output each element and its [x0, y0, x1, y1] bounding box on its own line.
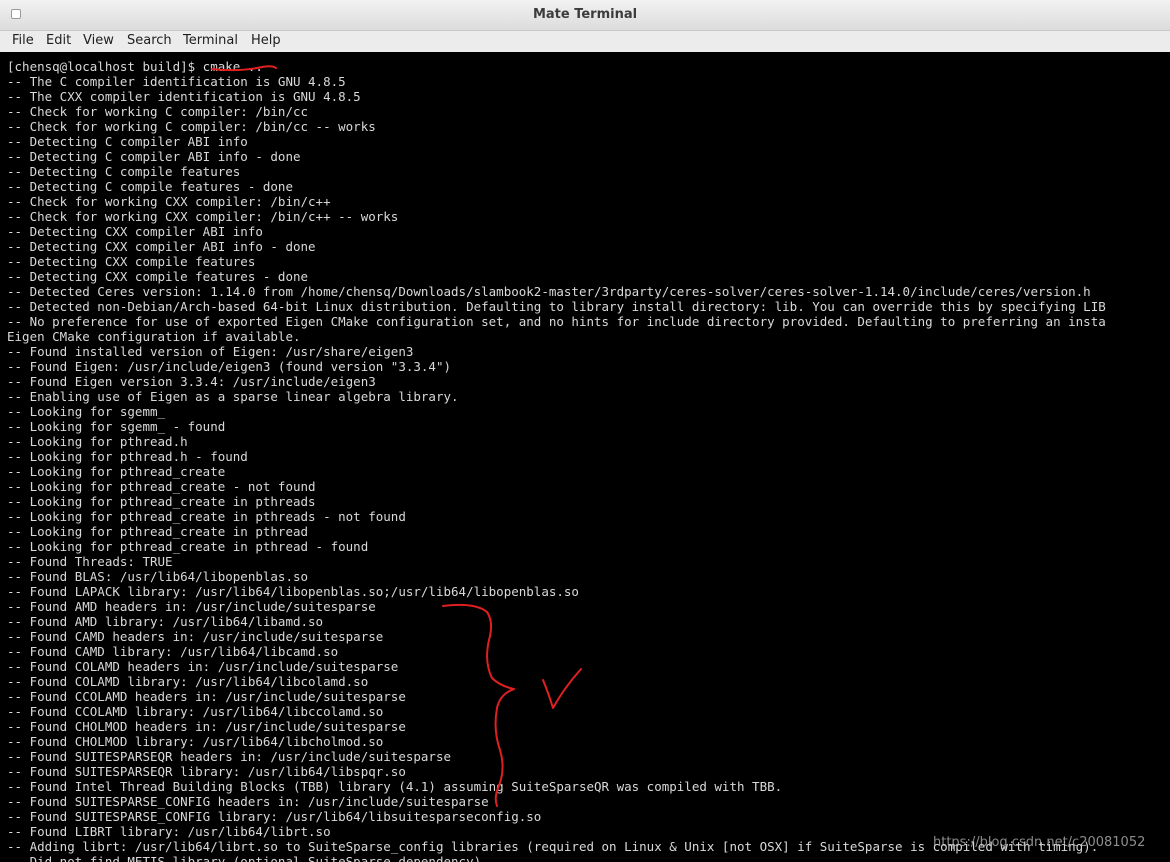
terminal-line: -- Did not find METIS library (optional …	[7, 854, 482, 862]
terminal-line: -- Found LAPACK library: /usr/lib64/libo…	[7, 584, 579, 599]
terminal-line: -- Found CHOLMOD headers in: /usr/includ…	[7, 719, 406, 734]
terminal-line: -- Found Eigen: /usr/include/eigen3 (fou…	[7, 359, 452, 374]
terminal-line: -- Found installed version of Eigen: /us…	[7, 344, 414, 359]
terminal-line: -- Looking for pthread_create in pthread…	[7, 494, 316, 509]
terminal-line: -- Found COLAMD headers in: /usr/include…	[7, 659, 399, 674]
terminal-line: -- Detecting C compiler ABI info	[7, 134, 248, 149]
terminal-line: -- Enabling use of Eigen as a sparse lin…	[7, 389, 459, 404]
menu-file[interactable]: File	[12, 33, 34, 48]
terminal-line: -- Check for working CXX compiler: /bin/…	[7, 209, 399, 224]
terminal-line: -- Detecting CXX compile features - done	[7, 269, 309, 284]
terminal-line: -- Looking for sgemm_ - found	[7, 419, 226, 434]
menu-help[interactable]: Help	[251, 33, 281, 48]
terminal-line: -- Found COLAMD library: /usr/lib64/libc…	[7, 674, 369, 689]
terminal-line: -- Found CCOLAMD headers in: /usr/includ…	[7, 689, 406, 704]
terminal-line: -- Found Intel Thread Building Blocks (T…	[7, 779, 783, 794]
terminal-line: -- Found CHOLMOD library: /usr/lib64/lib…	[7, 734, 384, 749]
menu-bar: File Edit View Search Terminal Help	[0, 31, 1170, 52]
terminal-line: -- Detected non-Debian/Arch-based 64-bit…	[7, 299, 1106, 314]
terminal-line: -- Found SUITESPARSE_CONFIG headers in: …	[7, 794, 489, 809]
terminal-line: -- Looking for pthread_create in pthread…	[7, 509, 406, 524]
terminal-line: -- Found SUITESPARSE_CONFIG library: /us…	[7, 809, 542, 824]
terminal-line: -- Found LIBRT library: /usr/lib64/librt…	[7, 824, 331, 839]
terminal-line: -- Found Eigen version 3.3.4: /usr/inclu…	[7, 374, 376, 389]
terminal-line: -- Check for working C compiler: /bin/cc	[7, 104, 309, 119]
menu-view[interactable]: View	[83, 33, 114, 48]
menu-edit[interactable]: Edit	[46, 33, 71, 48]
terminal-line: -- Looking for pthread_create - not foun…	[7, 479, 316, 494]
menu-terminal[interactable]: Terminal	[183, 33, 238, 48]
terminal-line: -- Looking for sgemm_	[7, 404, 166, 419]
terminal-line: -- Found Threads: TRUE	[7, 554, 173, 569]
terminal-line: -- Check for working C compiler: /bin/cc…	[7, 119, 376, 134]
terminal-line: -- The CXX compiler identification is GN…	[7, 89, 361, 104]
terminal-line: -- Detecting CXX compiler ABI info - don…	[7, 239, 316, 254]
terminal-line: -- Found BLAS: /usr/lib64/libopenblas.so	[7, 569, 309, 584]
terminal-line: -- Detecting C compile features	[7, 164, 241, 179]
terminal-line: [chensq@localhost build]$ cmake ..	[7, 59, 263, 74]
terminal-line: -- No preference for use of exported Eig…	[7, 314, 1106, 329]
terminal-line: -- Found AMD library: /usr/lib64/libamd.…	[7, 614, 324, 629]
terminal-line: -- The C compiler identification is GNU …	[7, 74, 346, 89]
terminal-line: -- Detecting C compiler ABI info - done	[7, 149, 301, 164]
terminal-line: -- Looking for pthread_create in pthread…	[7, 539, 369, 554]
terminal-line: -- Found SUITESPARSEQR headers in: /usr/…	[7, 749, 452, 764]
terminal-line: -- Looking for pthread.h	[7, 434, 188, 449]
terminal-line: -- Detecting CXX compiler ABI info	[7, 224, 263, 239]
terminal-line: -- Looking for pthread_create in pthread	[7, 524, 309, 539]
terminal-output[interactable]: [chensq@localhost build]$ cmake .. -- The…	[0, 52, 1170, 862]
terminal-line: -- Detected Ceres version: 1.14.0 from /…	[7, 284, 1091, 299]
terminal-line: Eigen CMake configuration if available.	[7, 329, 301, 344]
terminal-line: -- Found SUITESPARSEQR library: /usr/lib…	[7, 764, 406, 779]
terminal-line: -- Detecting C compile features - done	[7, 179, 293, 194]
terminal-line: -- Check for working CXX compiler: /bin/…	[7, 194, 331, 209]
menu-search[interactable]: Search	[127, 33, 172, 48]
window-title: Mate Terminal	[532, 7, 638, 22]
terminal-line: -- Found CAMD headers in: /usr/include/s…	[7, 629, 384, 644]
terminal-line: -- Looking for pthread.h - found	[7, 449, 248, 464]
terminal-line: -- Looking for pthread_create	[7, 464, 226, 479]
terminal-line: -- Found CCOLAMD library: /usr/lib64/lib…	[7, 704, 384, 719]
watermark: https://blog.csdn.net/c20081052	[933, 835, 1146, 850]
terminal-line: -- Found CAMD library: /usr/lib64/libcam…	[7, 644, 339, 659]
terminal-line: -- Found AMD headers in: /usr/include/su…	[7, 599, 376, 614]
title-bar[interactable]: Mate Terminal	[0, 0, 1170, 31]
terminal-line: -- Detecting CXX compile features	[7, 254, 256, 269]
